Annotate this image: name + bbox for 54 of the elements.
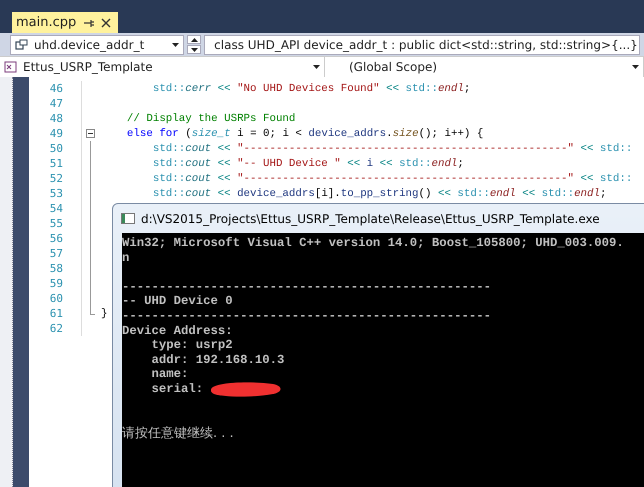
project-dropdown[interactable]: Ettus_USRP_Template — [0, 57, 325, 77]
console-line: Device Address: — [122, 324, 234, 338]
scroll-down-button[interactable] — [187, 45, 202, 54]
caret-icon — [313, 65, 320, 69]
class-icon — [15, 39, 29, 51]
up-arrow-icon — [190, 38, 198, 42]
console-line: -------------------------------------------------- — [122, 308, 492, 324]
line-number: 46 — [48, 82, 64, 95]
line-number: 60 — [48, 292, 64, 305]
line-number: 61 — [48, 307, 64, 320]
code-line: std::cout << device_addrs[i].to_pp_string() << std::endl << std::endl; — [152, 188, 606, 200]
code-line: std::cout << "-- UHD Device " << i << std::endl; — [152, 158, 464, 170]
console-icon — [121, 212, 135, 225]
line-number: 54 — [48, 202, 64, 215]
scope-dropdown[interactable]: (Global Scope) — [325, 57, 644, 77]
line-number: 56 — [48, 232, 64, 245]
collapse-icon[interactable] — [86, 129, 95, 138]
line-number: 59 — [48, 277, 64, 290]
line-number: 53 — [48, 187, 64, 200]
console-line: 请按任意键继续. . . — [122, 426, 235, 442]
down-arrow-icon — [190, 48, 198, 52]
line-number: 50 — [48, 142, 64, 155]
console-line: -- UHD Device 0 — [122, 294, 234, 309]
member-dropdown[interactable]: class UHD_API device_addr_t : public dict<std::string, std::string>{...} — [204, 35, 640, 55]
line-number: 47 — [48, 97, 64, 110]
type-dropdown[interactable]: uhd.device_addr_t — [10, 35, 184, 55]
line-number: 52 — [48, 172, 64, 185]
code-line: // Display the USRPs Found — [126, 112, 296, 124]
caret-icon — [632, 65, 639, 69]
line-number: 58 — [48, 262, 64, 275]
line-number: 57 — [48, 247, 64, 260]
console-line: name: — [150, 367, 190, 382]
console-line: serial: — [150, 382, 204, 397]
console-line: type: usrp2 — [150, 338, 234, 353]
line-number: 48 — [48, 112, 64, 125]
caret-icon — [172, 43, 180, 47]
code-line: } — [100, 308, 108, 320]
line-number: 55 — [48, 217, 64, 230]
line-number: 51 — [48, 157, 64, 170]
line-number: 62 — [48, 322, 64, 335]
window-title: d:\VS2015_Projects\Ettus_USRP_Template\Release\Ettus_USRP_Template.exe — [141, 212, 600, 226]
project-icon — [4, 61, 18, 73]
code-line: else for (size_t i = 0; i < device_addrs.size(); i++) { — [126, 128, 484, 140]
code-line: std::cerr << "No UHD Devices Found" << std::endl; — [152, 82, 470, 94]
console-line: -------------------------------------------------- — [122, 280, 492, 294]
editor-tab[interactable]: main.cpp — [12, 12, 118, 33]
code-line: std::cout << "--------------------------------------------------" << std:: — [152, 142, 632, 154]
code-line: std::cout << "--------------------------------------------------" << std:: — [152, 172, 632, 184]
close-icon[interactable] — [100, 16, 112, 28]
console-line: Win32; Microsoft Visual C++ version 14.0; Boost_105800; UHD_003.009. — [122, 236, 625, 251]
console-line: n — [122, 250, 130, 266]
scroll-up-button[interactable] — [187, 35, 202, 44]
console-line: addr: 192.168.10.3 — [150, 352, 286, 368]
line-number: 49 — [48, 127, 64, 140]
